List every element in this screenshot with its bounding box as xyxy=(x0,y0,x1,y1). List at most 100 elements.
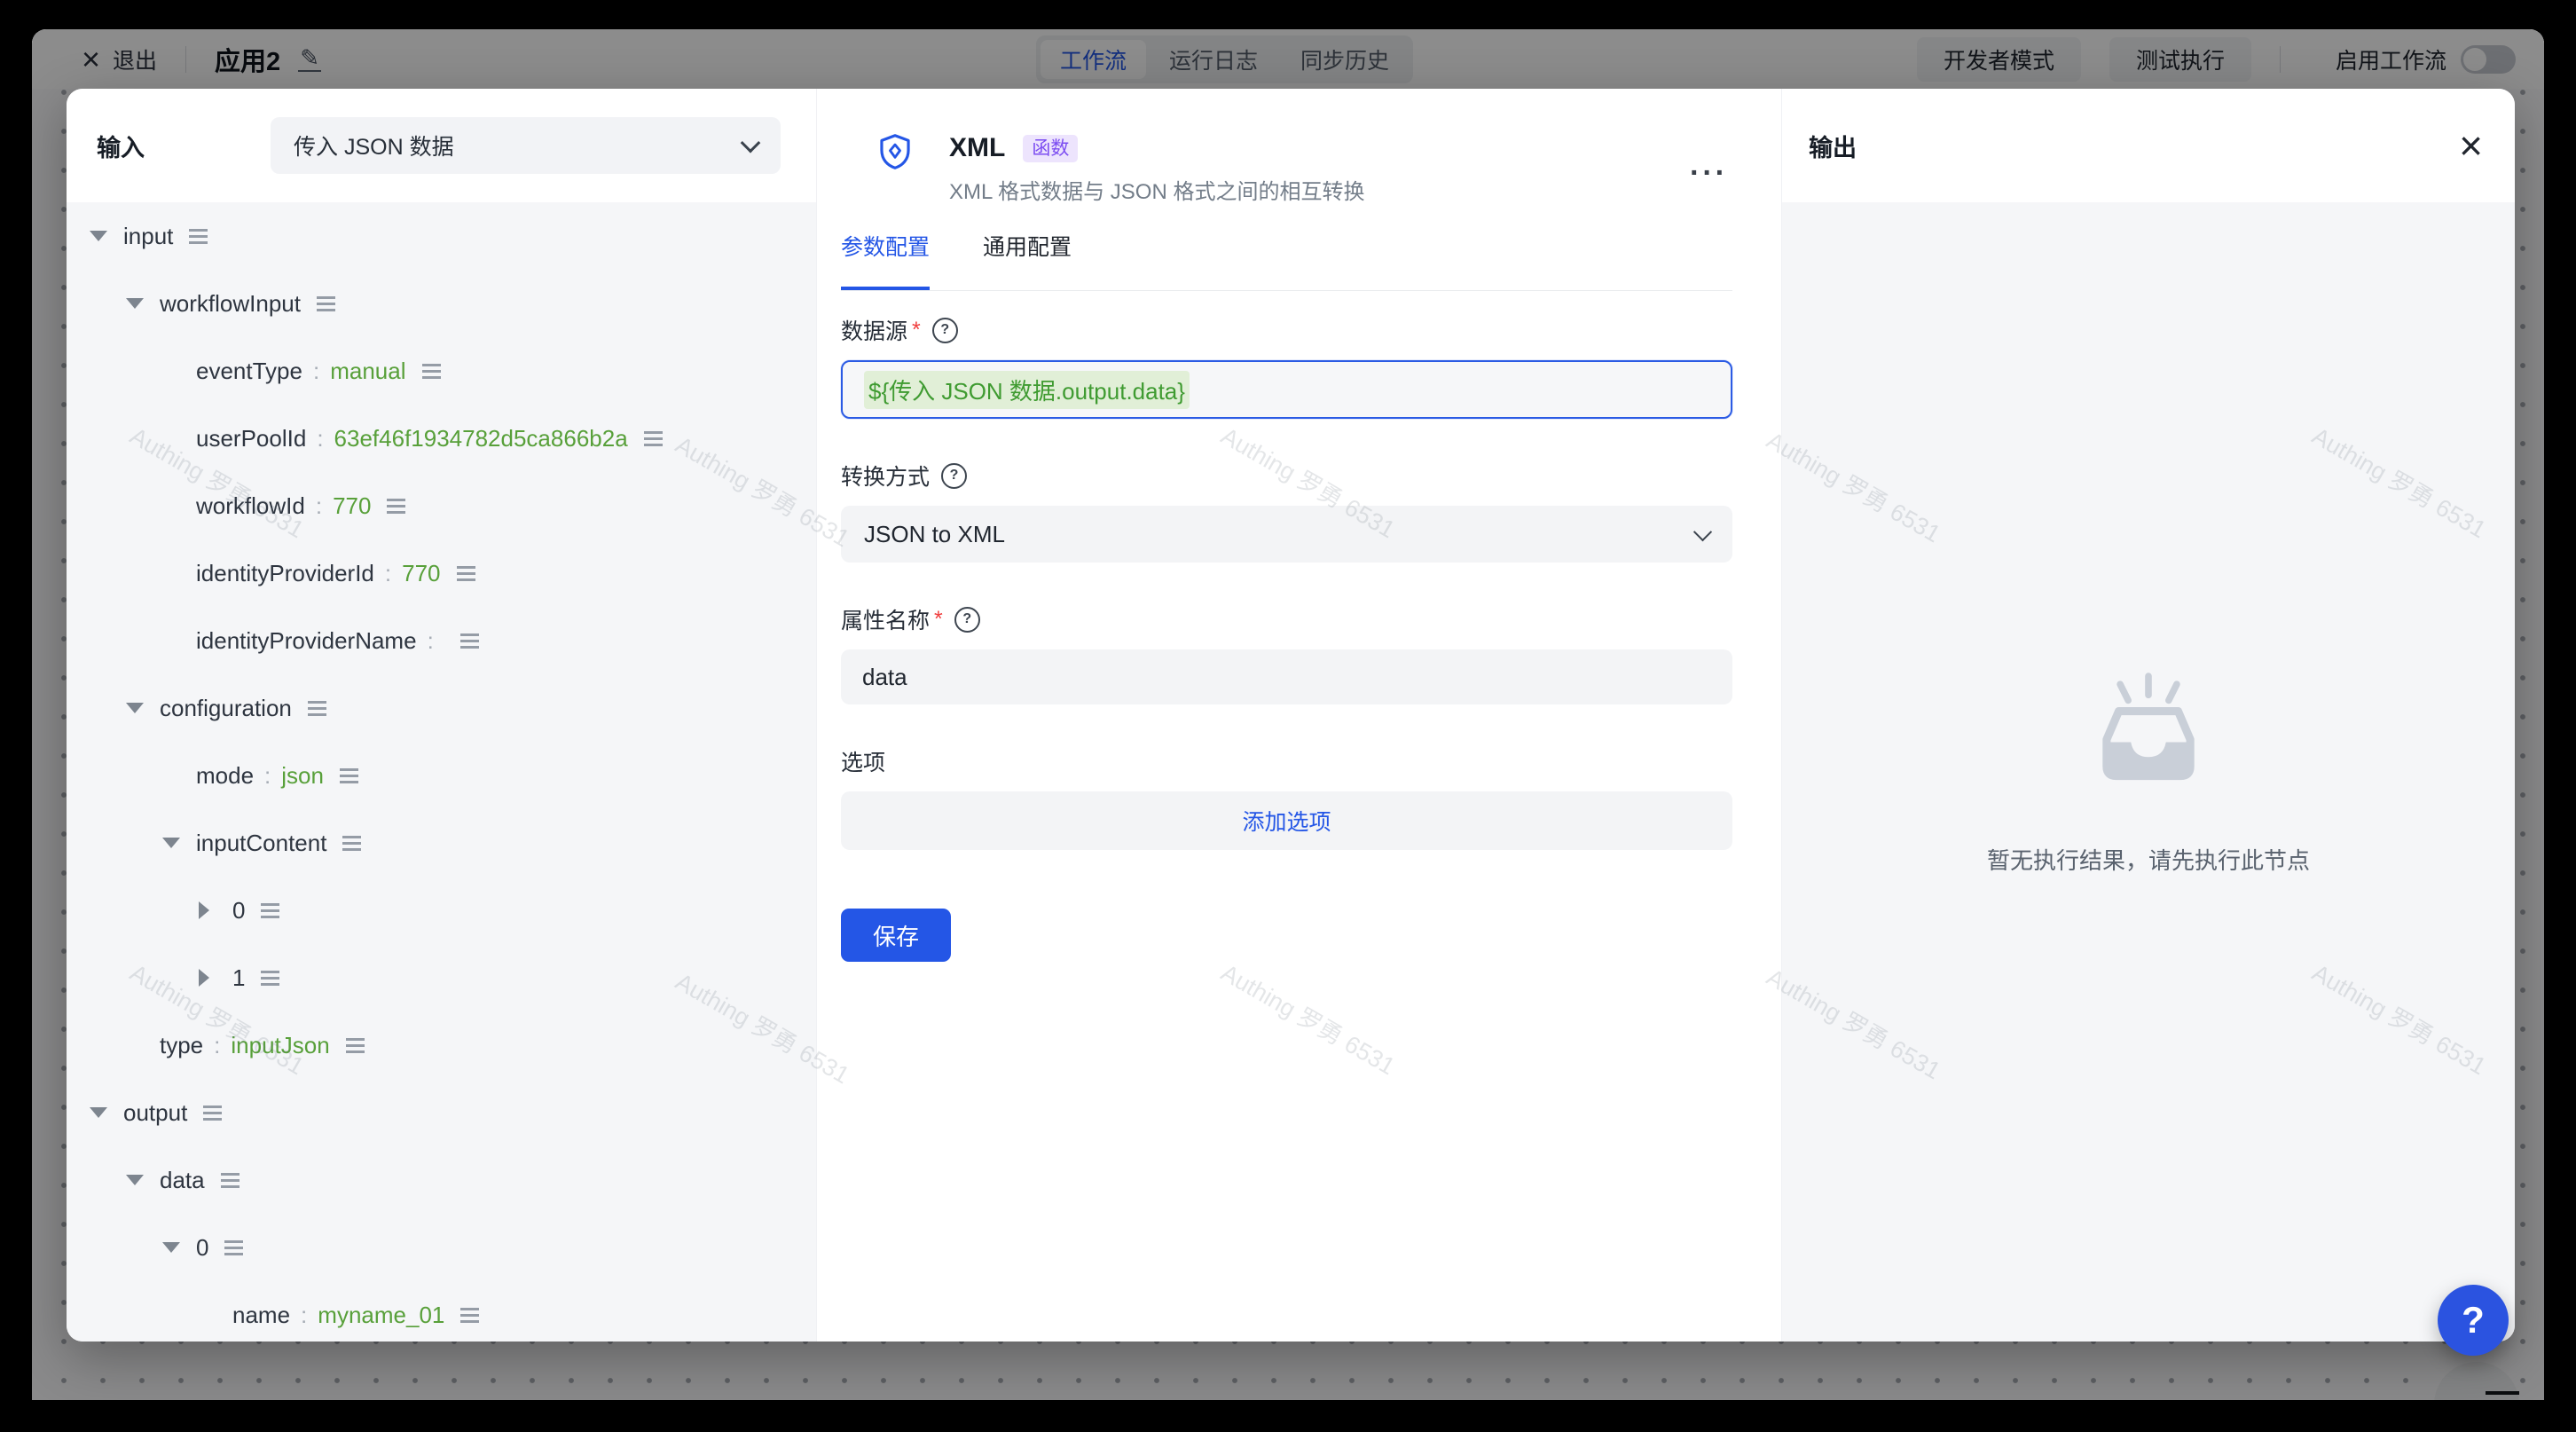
input-source-select[interactable]: 传入 JSON 数据 xyxy=(271,117,781,174)
input-source-value: 传入 JSON 数据 xyxy=(294,130,454,161)
tree-key: mode xyxy=(196,762,254,790)
row-menu-icon[interactable] xyxy=(387,499,405,514)
caret-down-icon[interactable] xyxy=(162,838,196,848)
row-menu-icon[interactable] xyxy=(224,1240,243,1255)
tree-value: 770 xyxy=(333,492,371,520)
tree-value: inputJson xyxy=(231,1032,329,1059)
tree-value: json xyxy=(281,762,324,790)
tree-key: name xyxy=(232,1302,290,1329)
tree-separator: : xyxy=(301,1302,307,1329)
transform-mode-select[interactable]: JSON to XML xyxy=(841,506,1732,563)
node-config-modal: 输入 传入 JSON 数据 inputworkflowInputeventTyp… xyxy=(67,89,2515,1342)
tree-value: 770 xyxy=(402,560,440,587)
row-menu-icon[interactable] xyxy=(457,566,475,581)
help-question-icon[interactable]: ? xyxy=(954,607,980,633)
caret-down-icon[interactable] xyxy=(90,231,123,241)
tree-row[interactable]: 1 xyxy=(67,944,816,1011)
tree-key: inputContent xyxy=(196,830,326,857)
tree-separator: : xyxy=(385,560,391,587)
help-button[interactable]: ? xyxy=(2438,1285,2509,1356)
attribute-name-input[interactable] xyxy=(841,649,1732,704)
row-menu-icon[interactable] xyxy=(460,1308,479,1323)
data-source-input[interactable]: ${传入 JSON 数据.output.data} xyxy=(841,360,1732,419)
tree-row[interactable]: input xyxy=(67,202,816,270)
close-modal-icon[interactable]: × xyxy=(2459,125,2483,166)
tree-row[interactable]: name:myname_01 xyxy=(67,1281,816,1342)
caret-down-icon[interactable] xyxy=(126,703,160,713)
tree-row[interactable]: identityProviderName: xyxy=(67,607,816,674)
input-panel-header: 输入 传入 JSON 数据 xyxy=(67,89,816,202)
tree-row[interactable]: type:inputJson xyxy=(67,1011,816,1079)
row-menu-icon[interactable] xyxy=(261,971,279,986)
caret-right-icon[interactable] xyxy=(199,969,232,987)
tree-row[interactable]: inputContent xyxy=(67,809,816,877)
caret-down-icon[interactable] xyxy=(126,298,160,309)
tree-separator: : xyxy=(214,1032,220,1059)
row-menu-icon[interactable] xyxy=(261,903,279,918)
tree-row[interactable]: mode:json xyxy=(67,742,816,809)
transform-mode-group: 转换方式 ? JSON to XML xyxy=(841,460,1732,563)
tree-value: manual xyxy=(330,358,405,385)
row-menu-icon[interactable] xyxy=(317,296,335,311)
row-menu-icon[interactable] xyxy=(340,768,358,783)
node-config-tabs: 参数配置 通用配置 xyxy=(841,230,1732,291)
node-meta: XML 函数 XML 格式数据与 JSON 格式之间的相互转换 xyxy=(949,133,1690,205)
tree-row[interactable]: userPoolId:63ef46f1934782d5ca866b2a xyxy=(67,405,816,472)
tab-parameter-config[interactable]: 参数配置 xyxy=(841,230,930,290)
row-menu-icon[interactable] xyxy=(346,1038,365,1053)
empty-state-text: 暂无执行结果，请先执行此节点 xyxy=(1987,843,2310,876)
tree-row[interactable]: workflowInput xyxy=(67,270,816,337)
tree-row[interactable]: 0 xyxy=(67,1214,816,1281)
attribute-name-group: 属性名称 * ? xyxy=(841,603,1732,704)
node-settings-panel: XML 函数 XML 格式数据与 JSON 格式之间的相互转换 ··· 参数配置… xyxy=(816,89,1782,1342)
tree-separator: : xyxy=(313,358,319,385)
save-button[interactable]: 保存 xyxy=(841,909,951,962)
required-asterisk: * xyxy=(934,607,943,633)
node-config-form: 数据源 * ? ${传入 JSON 数据.output.data} 转换方式 ?… xyxy=(817,291,1781,962)
tab-general-config[interactable]: 通用配置 xyxy=(983,230,1072,290)
data-source-group: 数据源 * ? ${传入 JSON 数据.output.data} xyxy=(841,314,1732,419)
attribute-name-label: 属性名称 * ? xyxy=(841,603,1732,635)
transform-mode-label: 转换方式 ? xyxy=(841,460,1732,492)
tree-row[interactable]: data xyxy=(67,1146,816,1214)
chevron-down-icon xyxy=(1693,523,1712,541)
help-question-icon[interactable]: ? xyxy=(941,463,967,489)
add-option-button[interactable]: 添加选项 xyxy=(841,791,1732,850)
caret-down-icon[interactable] xyxy=(126,1175,160,1185)
tree-key: input xyxy=(123,223,173,250)
tree-key: data xyxy=(160,1167,205,1194)
tree-row[interactable]: configuration xyxy=(67,674,816,742)
tree-row[interactable]: 0 xyxy=(67,877,816,944)
field-label-text: 属性名称 xyxy=(841,603,930,635)
caret-down-icon[interactable] xyxy=(90,1107,123,1118)
input-panel: 输入 传入 JSON 数据 inputworkflowInputeventTyp… xyxy=(67,89,816,1342)
more-menu-button[interactable]: ··· xyxy=(1690,156,1728,191)
output-panel: 输出 × 暂无执行结果，请先执行此节点 xyxy=(1782,89,2515,1342)
row-menu-icon[interactable] xyxy=(221,1173,240,1188)
row-menu-icon[interactable] xyxy=(189,229,208,244)
tree-row[interactable]: workflowId:770 xyxy=(67,472,816,539)
tree-separator: : xyxy=(428,627,434,655)
row-menu-icon[interactable] xyxy=(308,701,326,716)
options-group: 选项 添加选项 xyxy=(841,745,1732,850)
node-type-badge: 函数 xyxy=(1023,135,1078,162)
field-label-text: 数据源 xyxy=(841,314,907,346)
output-panel-title: 输出 xyxy=(1809,129,1857,163)
tree-row[interactable]: identityProviderId:770 xyxy=(67,539,816,607)
row-menu-icon[interactable] xyxy=(644,431,663,446)
caret-right-icon[interactable] xyxy=(199,901,232,919)
chevron-down-icon xyxy=(741,133,761,153)
row-menu-icon[interactable] xyxy=(342,836,361,851)
tree-row[interactable]: output xyxy=(67,1079,816,1146)
tree-key: 0 xyxy=(196,1234,208,1262)
tree-value: 63ef46f1934782d5ca866b2a xyxy=(334,425,628,452)
row-menu-icon[interactable] xyxy=(203,1105,222,1121)
row-menu-icon[interactable] xyxy=(460,633,479,649)
row-menu-icon[interactable] xyxy=(422,364,441,379)
help-question-icon[interactable]: ? xyxy=(932,318,958,343)
caret-down-icon[interactable] xyxy=(162,1242,196,1253)
tree-key: workflowInput xyxy=(160,290,301,318)
tree-key: identityProviderName xyxy=(196,627,417,655)
variable-token[interactable]: ${传入 JSON 数据.output.data} xyxy=(864,371,1190,409)
tree-row[interactable]: eventType:manual xyxy=(67,337,816,405)
